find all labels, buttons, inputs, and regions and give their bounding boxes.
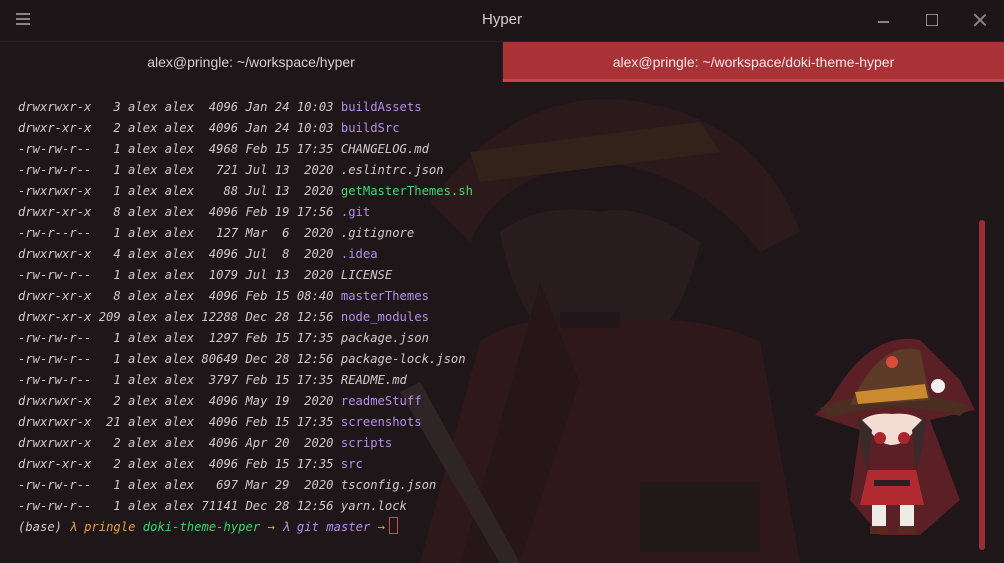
file-name: .gitignore [340,226,415,240]
git-branch: master [326,520,371,534]
file-metadata: drwxr-xr-x 209 alex alex 12288 Dec 28 12… [18,310,341,324]
character-sticker-image [815,338,975,535]
file-metadata: -rw-rw-r-- 1 alex alex 80649 Dec 28 12:5… [18,352,341,366]
file-metadata: -rw-rw-r-- 1 alex alex 4968 Feb 15 17:35 [18,142,341,156]
file-name: LICENSE [340,268,393,282]
executable-name: getMasterThemes.sh [340,184,473,198]
file-metadata: -rw-rw-r-- 1 alex alex 71141 Dec 28 12:5… [18,499,341,513]
listing-row: drwxr-xr-x 8 alex alex 4096 Feb 15 08:40… [18,286,978,307]
tab-doki-theme-hyper[interactable]: alex@pringle: ~/workspace/doki-theme-hyp… [503,42,1004,82]
file-metadata: drwxrwxr-x 21 alex alex 4096 Feb 15 17:3… [18,415,341,429]
file-name: package-lock.json [340,352,466,366]
tab-bar: alex@pringle: ~/workspace/hyper alex@pri… [0,42,1004,82]
file-name: README.md [340,373,407,387]
directory-name: buildAssets [340,100,422,114]
window-title: Hyper [481,11,522,28]
listing-row: drwxr-xr-x 8 alex alex 4096 Feb 19 17:56… [18,202,978,223]
directory-name: readmeStuff [340,394,422,408]
directory-name: src [340,457,363,471]
prompt-host: pringle [84,520,136,534]
listing-row: -rw-rw-r-- 1 alex alex 4968 Feb 15 17:35… [18,139,978,160]
file-name: tsconfig.json [340,478,437,492]
listing-row: drwxrwxr-x 4 alex alex 4096 Jul 8 2020 .… [18,244,978,265]
file-name: yarn.lock [340,499,407,513]
git-lambda: λ [282,520,290,534]
title-bar: Hyper [0,0,1004,42]
file-metadata: -rw-rw-r-- 1 alex alex 1079 Jul 13 2020 [18,268,341,282]
file-name: CHANGELOG.md [340,142,429,156]
file-metadata: -rw-rw-r-- 1 alex alex 721 Jul 13 2020 [18,163,341,177]
file-metadata: drwxrwxr-x 2 alex alex 4096 Apr 20 2020 [18,436,341,450]
tab-hyper[interactable]: alex@pringle: ~/workspace/hyper [0,42,503,82]
listing-row: drwxrwxr-x 3 alex alex 4096 Jan 24 10:03… [18,97,978,118]
file-metadata: drwxr-xr-x 2 alex alex 4096 Feb 15 17:35 [18,457,341,471]
file-metadata: drwxr-xr-x 2 alex alex 4096 Jan 24 10:03 [18,121,341,135]
listing-row: drwxr-xr-x 2 alex alex 4096 Jan 24 10:03… [18,118,978,139]
prompt-lambda: λ [69,520,77,534]
prompt-directory: doki-theme-hyper [142,520,261,534]
file-metadata: drwxrwxr-x 2 alex alex 4096 May 19 2020 [18,394,341,408]
prompt-arrow: → [267,520,275,534]
maximize-icon[interactable] [922,10,942,30]
listing-row: -rw-rw-r-- 1 alex alex 721 Jul 13 2020 .… [18,160,978,181]
directory-name: scripts [340,436,393,450]
git-label: git [296,520,319,534]
listing-row: -rw-r--r-- 1 alex alex 127 Mar 6 2020 .g… [18,223,978,244]
listing-row: -rw-rw-r-- 1 alex alex 1079 Jul 13 2020 … [18,265,978,286]
conda-env-label: (base) [18,520,63,534]
file-metadata: -rw-rw-r-- 1 alex alex 1297 Feb 15 17:35 [18,331,341,345]
directory-name: node_modules [340,310,429,324]
directory-name: .idea [340,247,378,261]
file-metadata: drwxr-xr-x 8 alex alex 4096 Feb 15 08:40 [18,289,341,303]
prompt-arrow-2: → [377,520,385,534]
file-metadata: -rwxrwxr-x 1 alex alex 88 Jul 13 2020 [18,184,341,198]
file-metadata: -rw-rw-r-- 1 alex alex 697 Mar 29 2020 [18,478,341,492]
directory-name: buildSrc [340,121,400,135]
file-metadata: drwxr-xr-x 8 alex alex 4096 Feb 19 17:56 [18,205,341,219]
file-metadata: -rw-r--r-- 1 alex alex 127 Mar 6 2020 [18,226,341,240]
file-metadata: drwxrwxr-x 4 alex alex 4096 Jul 8 2020 [18,247,341,261]
directory-name: masterThemes [340,289,429,303]
listing-row: -rwxrwxr-x 1 alex alex 88 Jul 13 2020 ge… [18,181,978,202]
text-cursor [388,517,398,534]
file-metadata: drwxrwxr-x 3 alex alex 4096 Jan 24 10:03 [18,100,341,114]
directory-name: .git [340,205,371,219]
close-icon[interactable] [970,10,990,30]
minimize-icon[interactable] [874,10,894,30]
file-metadata: -rw-rw-r-- 1 alex alex 3797 Feb 15 17:35 [18,373,341,387]
terminal-window: Hyper alex@pringle: ~/workspace/hyper al… [0,0,1004,563]
directory-name: screenshots [340,415,422,429]
file-name: package.json [340,331,429,345]
file-name: .eslintrc.json [340,163,444,177]
